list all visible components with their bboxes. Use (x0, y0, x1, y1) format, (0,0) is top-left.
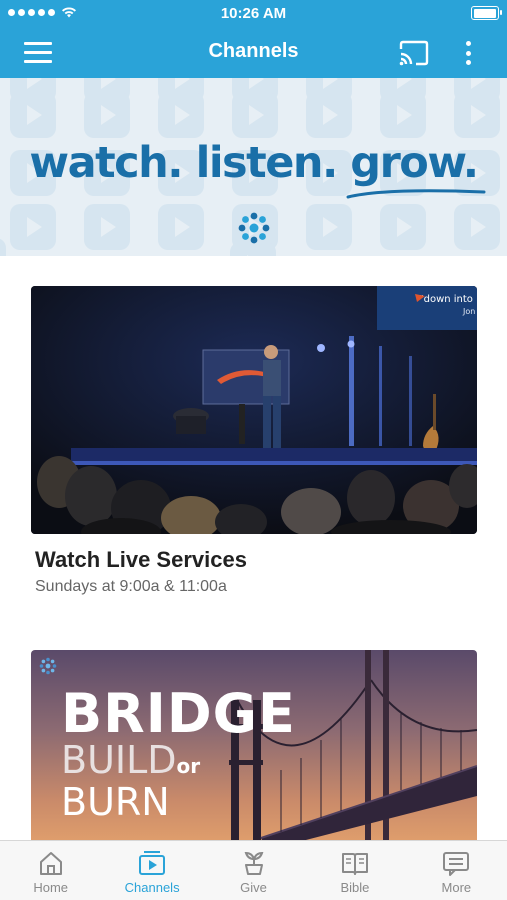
tab-bible[interactable]: Bible (304, 841, 405, 900)
more-list-icon (443, 852, 470, 876)
status-bar: 10:26 AM (0, 0, 507, 28)
channel-card-live-services[interactable]: "down into Jon Watch Live Services Sunda… (31, 286, 477, 596)
banner-headline: watch. listen. grow. (29, 138, 479, 188)
status-time: 10:26 AM (220, 5, 287, 22)
battery-icon (471, 6, 502, 20)
series-subtitle-build: BUILDor (61, 738, 200, 782)
hero-banner[interactable]: watch. listen. grow. (0, 78, 507, 256)
tab-label: Channels (124, 880, 180, 895)
bible-book-icon (341, 853, 368, 875)
tab-label: Bible (340, 880, 370, 895)
tab-channels[interactable]: Channels (101, 841, 202, 900)
stage-photo: "down into Jon (31, 286, 477, 534)
plant-icon (244, 851, 263, 875)
page-title: Channels (208, 40, 299, 62)
series-title: BRIDGE (61, 682, 296, 745)
screen-quote-text: "down into (419, 294, 473, 305)
series-subtitle-burn: BURN (61, 780, 170, 824)
series-logo-icon (39, 657, 57, 675)
app-header: Channels (0, 28, 507, 78)
tab-label: Give (240, 880, 267, 895)
series-or-text: or (176, 754, 201, 778)
swoosh-underline-icon (346, 189, 486, 199)
tab-home[interactable]: Home (0, 841, 101, 900)
channel-card-bridge-series[interactable]: BRIDGE BUILDor BURN (31, 650, 477, 840)
home-icon (39, 852, 62, 875)
tab-more[interactable]: More (406, 841, 507, 900)
cast-icon[interactable] (398, 40, 430, 66)
screen-author-text: Jon (462, 307, 475, 316)
tab-give[interactable]: Give (203, 841, 304, 900)
card-title: Watch Live Services (35, 547, 247, 572)
church-logo-icon (238, 212, 270, 244)
channels-list: "down into Jon Watch Live Services Sunda… (0, 256, 507, 840)
tab-label: More (441, 880, 472, 895)
bottom-tab-bar: Home Channels Give Bible More (0, 840, 507, 900)
live-service-thumbnail[interactable]: "down into Jon (31, 286, 477, 534)
play-screen-icon (139, 851, 166, 875)
app-screen: 10:26 AM Channels watch. listen. grow. "… (0, 0, 507, 900)
more-vertical-icon[interactable] (458, 39, 478, 67)
series-build-text: BUILD (61, 738, 177, 782)
tab-label: Home (33, 880, 69, 895)
bridge-series-thumbnail[interactable]: BRIDGE BUILDor BURN (31, 650, 477, 840)
card-subtitle: Sundays at 9:00a & 11:00a (35, 578, 227, 595)
